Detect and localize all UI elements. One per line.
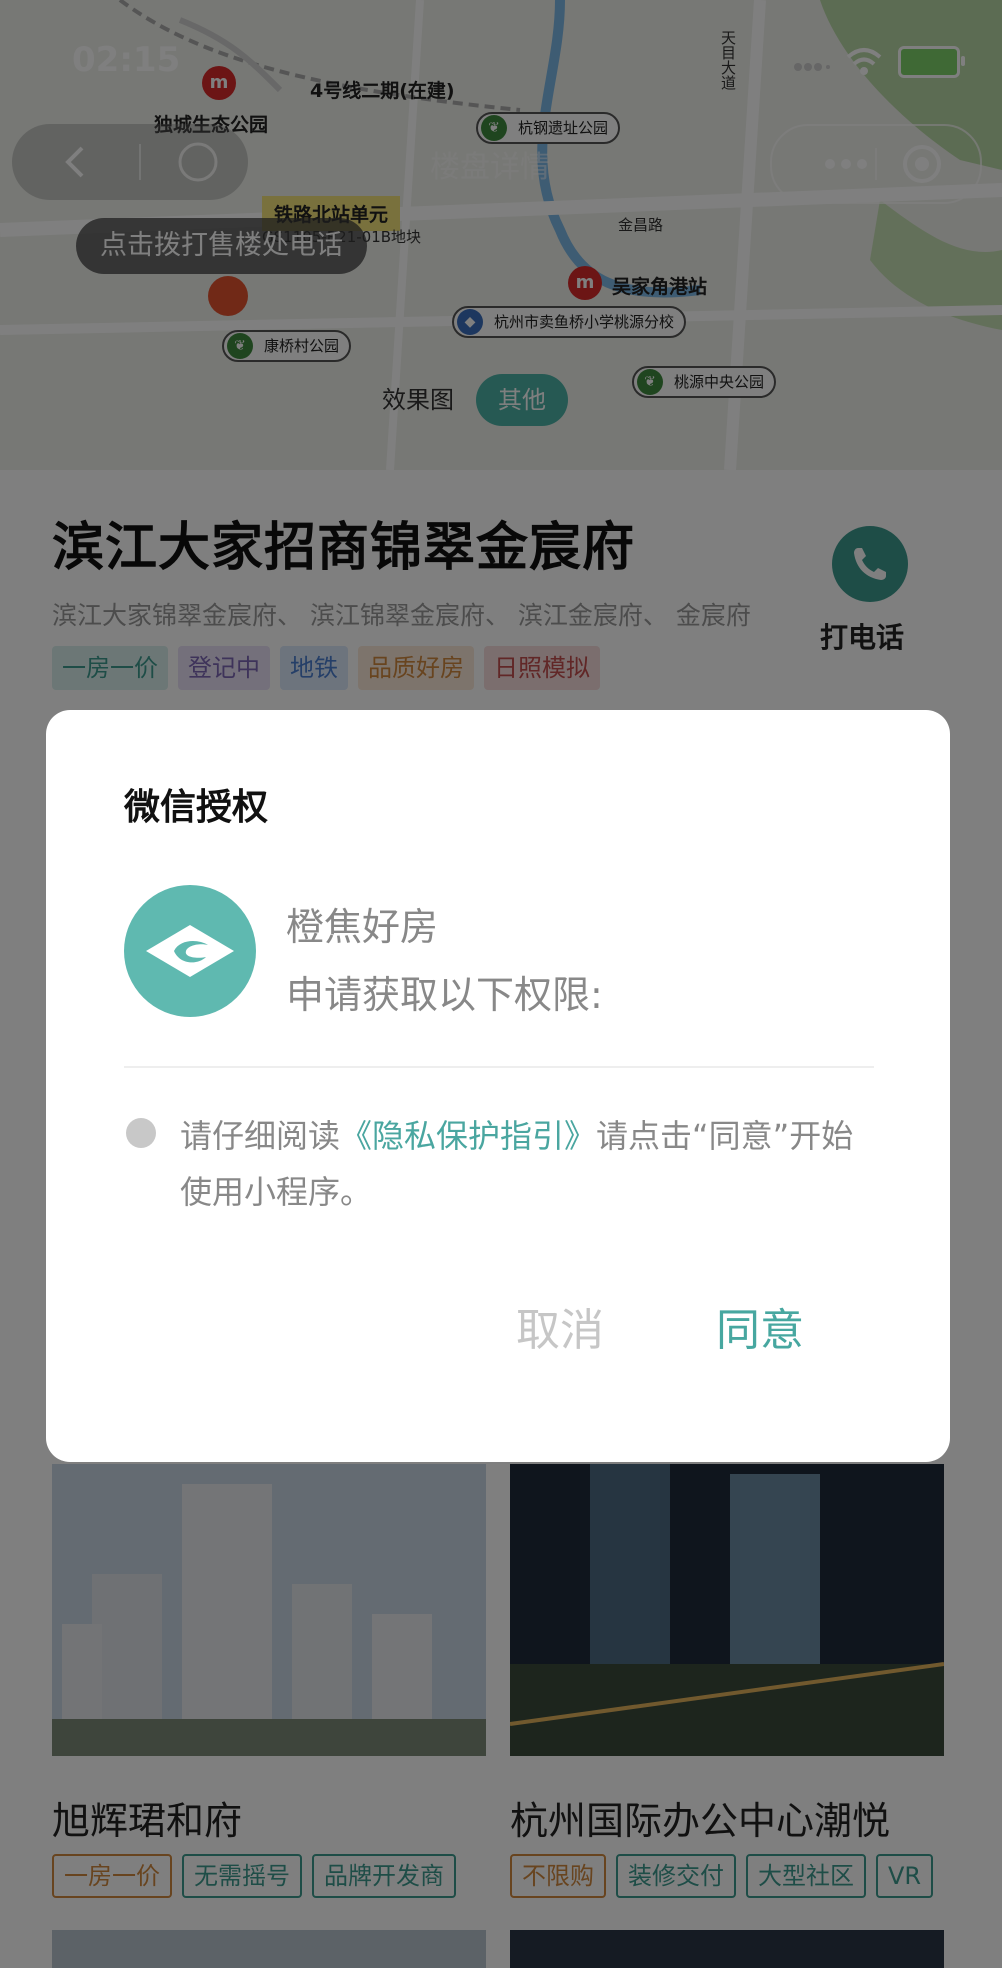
cancel-button[interactable]: 取消 bbox=[516, 1294, 604, 1358]
permission-request: 申请获取以下权限: bbox=[286, 973, 603, 1017]
agreement-radio[interactable] bbox=[126, 1118, 156, 1148]
dialog-title: 微信授权 bbox=[124, 787, 269, 828]
privacy-notice: 请仔细阅读《隐私保护指引》请点击“同意”开始使用小程序。 bbox=[180, 1108, 880, 1220]
app-logo-icon bbox=[124, 885, 256, 1017]
divider bbox=[124, 1066, 874, 1068]
app-logo-mark bbox=[146, 925, 234, 977]
agree-button[interactable]: 同意 bbox=[716, 1294, 804, 1358]
notice-text: 请仔细阅读 bbox=[180, 1117, 341, 1155]
wechat-auth-dialog: 微信授权 橙焦好房 申请获取以下权限: 请仔细阅读《隐私保护指引》请点击“同意”… bbox=[46, 710, 950, 1462]
app-name: 橙焦好房 bbox=[286, 905, 439, 949]
privacy-guide-link[interactable]: 《隐私保护指引》 bbox=[340, 1117, 596, 1155]
mini-program-page: m 4号线二期(在建) 独城生态公园 铁路北站单元 GS1105-R21-01B… bbox=[0, 0, 1002, 1968]
